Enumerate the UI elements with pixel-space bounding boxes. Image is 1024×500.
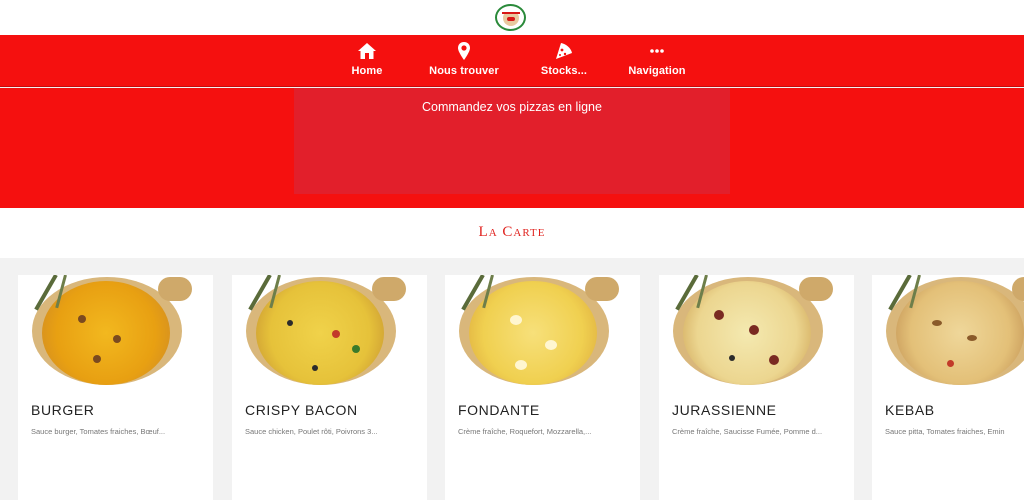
- hero-banner: Commandez vos pizzas en ligne: [0, 88, 1024, 208]
- topping: [769, 355, 779, 365]
- topping: [749, 325, 759, 335]
- nav-label-stocks: Stocks...: [540, 65, 588, 77]
- topping: [545, 340, 557, 350]
- nav-item-navigation[interactable]: Navigation: [626, 41, 688, 81]
- hero-overlay-box: Commandez vos pizzas en ligne: [294, 88, 730, 194]
- product-name: KEBAB: [885, 402, 935, 418]
- board-handle: [799, 277, 833, 301]
- location-pin-icon: [458, 42, 470, 60]
- product-image[interactable]: [445, 275, 640, 385]
- board-handle: [372, 277, 406, 301]
- product-name: CRISPY BACON: [245, 402, 358, 418]
- board-handle: [158, 277, 192, 301]
- product-description: Crème fraîche, Roquefort, Mozzarella,...: [458, 427, 592, 436]
- product-carousel: BURGER Sauce burger, Tomates fraiches, B…: [0, 258, 1024, 500]
- product-description: Sauce chicken, Poulet rôti, Poivrons 3..…: [245, 427, 378, 436]
- product-card-jurassienne[interactable]: JURASSIENNE Crème fraîche, Saucisse Fumé…: [659, 275, 854, 500]
- product-name: FONDANTE: [458, 402, 540, 418]
- topping: [729, 355, 735, 361]
- nav-label-nous-trouver: Nous trouver: [429, 65, 499, 77]
- main-navigation: Home Nous trouver Stocks... Navigation: [0, 35, 1024, 87]
- top-header: [0, 0, 1024, 35]
- home-icon: [358, 43, 376, 59]
- board-handle: [585, 277, 619, 301]
- topping: [352, 345, 360, 353]
- nav-label-home: Home: [351, 65, 383, 77]
- topping: [967, 335, 977, 341]
- logo-mustache: [507, 17, 515, 21]
- section-title: La Carte: [478, 224, 546, 240]
- product-card-fondante[interactable]: FONDANTE Crème fraîche, Roquefort, Mozza…: [445, 275, 640, 500]
- menu-section-header: La Carte: [0, 208, 1024, 258]
- topping: [312, 365, 318, 371]
- topping: [515, 360, 527, 370]
- pizza-slice-icon: [556, 43, 572, 59]
- product-description: Crème fraîche, Saucisse Fumée, Pomme d..…: [672, 427, 823, 436]
- product-description: Sauce pitta, Tomates fraiches, Emin: [885, 427, 1005, 436]
- topping: [714, 310, 724, 320]
- logo-chef-hat: [502, 7, 520, 14]
- more-dots-icon: [650, 49, 664, 53]
- product-card-kebab[interactable]: KEBAB Sauce pitta, Tomates fraiches, Emi…: [872, 275, 1024, 500]
- topping: [332, 330, 340, 338]
- nav-item-nous-trouver[interactable]: Nous trouver: [428, 41, 500, 81]
- product-image[interactable]: [659, 275, 854, 385]
- topping: [287, 320, 293, 326]
- product-description: Sauce burger, Tomates fraiches, Bœuf...: [31, 427, 166, 436]
- nav-label-navigation: Navigation: [628, 65, 686, 77]
- nav-item-home[interactable]: Home: [347, 41, 387, 81]
- product-image[interactable]: [232, 275, 427, 385]
- product-card-burger[interactable]: BURGER Sauce burger, Tomates fraiches, B…: [18, 275, 213, 500]
- product-name: JURASSIENNE: [672, 402, 777, 418]
- topping: [510, 315, 522, 325]
- topping: [93, 355, 101, 363]
- product-card-crispy-bacon[interactable]: CRISPY BACON Sauce chicken, Poulet rôti,…: [232, 275, 427, 500]
- nav-item-stocks[interactable]: Stocks...: [540, 41, 588, 81]
- product-image[interactable]: [18, 275, 213, 385]
- product-name: BURGER: [31, 402, 95, 418]
- brand-logo[interactable]: [495, 4, 526, 31]
- product-image[interactable]: [872, 275, 1024, 385]
- hero-tagline: Commandez vos pizzas en ligne: [422, 100, 602, 114]
- topping: [932, 320, 942, 326]
- topping: [947, 360, 954, 367]
- topping: [78, 315, 86, 323]
- topping: [113, 335, 121, 343]
